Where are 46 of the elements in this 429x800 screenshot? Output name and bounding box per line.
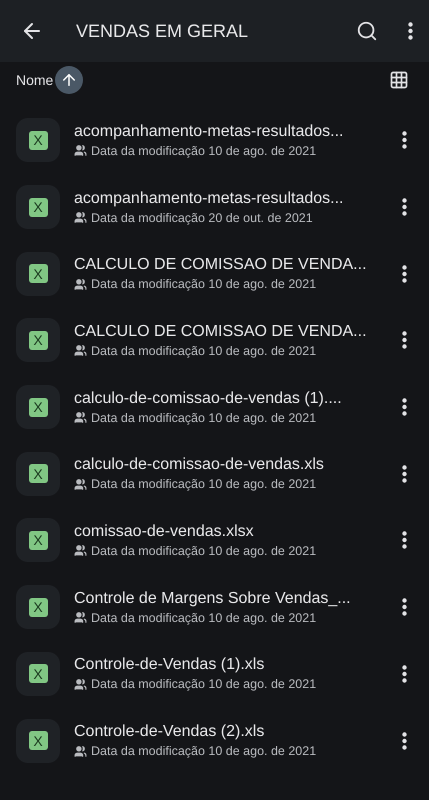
file-name[interactable]: CALCULO DE COMISSAO DE VENDA... bbox=[74, 256, 392, 274]
spreadsheet-file-icon: X bbox=[16, 185, 60, 230]
modified-date: Data da modificação 10 de ago. de 2021 bbox=[91, 677, 316, 692]
more-icon bbox=[402, 331, 407, 350]
modified-date: Data da modificação 10 de ago. de 2021 bbox=[91, 744, 316, 758]
file-name[interactable]: CALCULO DE COMISSAO DE VENDA... bbox=[74, 322, 392, 341]
spreadsheet-file-icon: X bbox=[16, 652, 60, 696]
more-icon bbox=[402, 464, 407, 483]
modified-date: Data da modificação 10 de ago. de 2021 bbox=[91, 144, 316, 158]
modified-date: Data da modificação 10 de ago. de 2021 bbox=[91, 277, 316, 292]
more-icon bbox=[402, 264, 407, 283]
spreadsheet-file-icon: X bbox=[16, 718, 60, 763]
sort-label[interactable]: Nome bbox=[16, 72, 54, 88]
file-name[interactable]: acompanhamento-metas-resultados... bbox=[74, 122, 392, 141]
spreadsheet-file-icon: X bbox=[16, 585, 60, 630]
more-icon bbox=[402, 131, 407, 150]
spreadsheet-file-icon: X bbox=[16, 318, 60, 362]
modified-date: Data da modificação 10 de ago. de 2021 bbox=[91, 344, 316, 358]
spreadsheet-file-icon: X bbox=[16, 452, 60, 496]
more-icon bbox=[408, 22, 413, 40]
file-name[interactable]: Controle de Margens Sobre Vendas_... bbox=[74, 590, 392, 608]
modified-date: Data da modificação 10 de ago. de 2021 bbox=[91, 477, 316, 492]
file-name[interactable]: calculo-de-comissao-de-vendas (1).... bbox=[74, 390, 392, 408]
folder-title: VENDAS EM GERAL bbox=[76, 20, 250, 42]
more-icon bbox=[402, 198, 407, 216]
modified-date: Data da modificação 10 de ago. de 2021 bbox=[91, 610, 316, 625]
modified-date: Data da modificação 20 de out. de 2021 bbox=[91, 210, 313, 225]
spreadsheet-file-icon: X bbox=[16, 385, 60, 430]
more-icon bbox=[402, 531, 407, 550]
more-icon bbox=[402, 664, 407, 683]
file-name[interactable]: Controle-de-Vendas (1).xls bbox=[74, 656, 392, 674]
file-name[interactable]: comissao-de-vendas.xlsx bbox=[74, 522, 392, 541]
file-name[interactable]: acompanhamento-metas-resultados... bbox=[74, 190, 392, 208]
search-icon bbox=[356, 20, 378, 42]
sort-direction-button[interactable] bbox=[55, 66, 84, 94]
modified-date: Data da modificação 10 de ago. de 2021 bbox=[91, 544, 316, 558]
more-icon bbox=[402, 732, 407, 750]
spreadsheet-file-icon: X bbox=[16, 118, 60, 162]
modified-date: Data da modificação 10 de ago. de 2021 bbox=[91, 410, 316, 425]
grid-icon bbox=[389, 70, 409, 90]
file-name[interactable]: calculo-de-comissao-de-vendas.xls bbox=[74, 456, 392, 474]
spreadsheet-file-icon: X bbox=[16, 252, 60, 296]
file-name[interactable]: Controle-de-Vendas (2).xls bbox=[74, 723, 392, 742]
more-icon bbox=[402, 398, 407, 416]
more-icon bbox=[402, 598, 407, 616]
spreadsheet-file-icon: X bbox=[16, 518, 60, 562]
